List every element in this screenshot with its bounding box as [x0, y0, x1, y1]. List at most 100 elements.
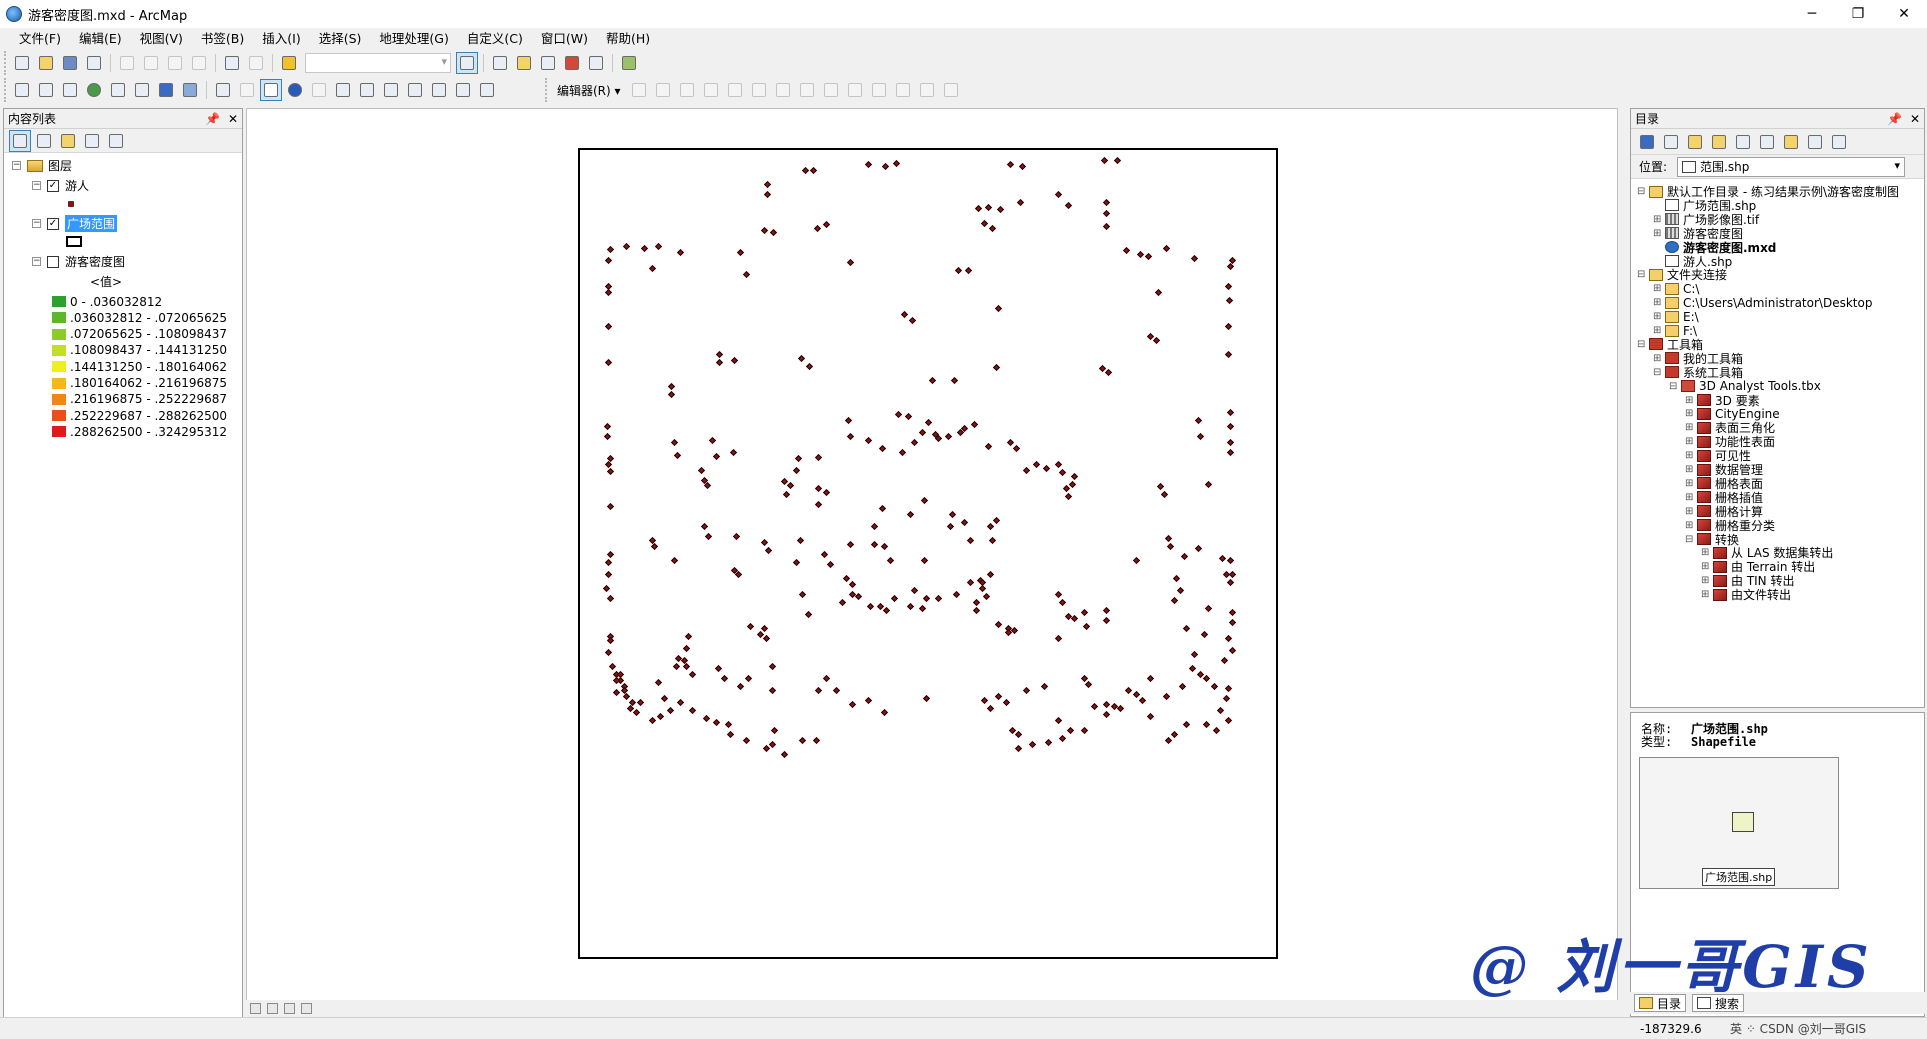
- collapse-icon[interactable]: −: [32, 181, 41, 190]
- fixed-zoom-out-icon[interactable]: [131, 79, 153, 101]
- toc-close-icon[interactable]: ✕: [228, 112, 238, 126]
- end-point-arc-icon[interactable]: [700, 79, 722, 101]
- table-of-contents-icon[interactable]: [489, 52, 511, 74]
- menu-edit[interactable]: 编辑(E): [70, 28, 131, 50]
- menu-help[interactable]: 帮助(H): [597, 28, 659, 50]
- legend-class[interactable]: .288262500 - .324295312: [52, 423, 227, 440]
- layer-visibility-checkbox[interactable]: ✓: [47, 179, 59, 192]
- expand-icon[interactable]: ⊞: [1685, 408, 1697, 419]
- copy-icon[interactable]: [140, 52, 162, 74]
- redo-icon[interactable]: [245, 52, 267, 74]
- layout-view-icon[interactable]: [267, 1002, 278, 1014]
- add-data-icon[interactable]: [278, 52, 300, 74]
- views-icon[interactable]: [1756, 131, 1778, 153]
- python-window-icon[interactable]: [585, 52, 607, 74]
- expand-icon[interactable]: ⊞: [1653, 214, 1665, 225]
- legend-class[interactable]: .036032812 - .072065625: [52, 309, 227, 326]
- legend-class[interactable]: .216196875 - .252229687: [52, 391, 227, 408]
- measure-icon[interactable]: [356, 79, 378, 101]
- back-arrow-icon[interactable]: [1636, 131, 1658, 153]
- expand-icon[interactable]: ⊞: [1685, 464, 1697, 475]
- editor-menu[interactable]: 编辑器(R) ▾: [551, 82, 627, 99]
- menu-bookmarks[interactable]: 书签(B): [192, 28, 253, 50]
- legend-class[interactable]: .144131250 - .180164062: [52, 358, 227, 375]
- expand-icon[interactable]: ⊞: [1701, 547, 1713, 558]
- sketch-properties-icon[interactable]: [916, 79, 938, 101]
- auto-hide-pin-icon[interactable]: 📌: [205, 112, 220, 126]
- menu-geoprocessing[interactable]: 地理处理(G): [370, 28, 457, 50]
- split-tool-icon[interactable]: [844, 79, 866, 101]
- full-extent-globe-icon[interactable]: [83, 79, 105, 101]
- paste-icon[interactable]: [164, 52, 186, 74]
- reshape-icon[interactable]: [796, 79, 818, 101]
- create-viewer-window-icon[interactable]: [476, 79, 498, 101]
- collapse-icon[interactable]: ⊟: [1637, 339, 1649, 350]
- trace-icon[interactable]: [724, 79, 746, 101]
- edit-tool-icon[interactable]: [628, 79, 650, 101]
- fixed-zoom-in-icon[interactable]: [107, 79, 129, 101]
- expand-icon[interactable]: ⊞: [1701, 561, 1713, 572]
- menu-file[interactable]: 文件(F): [10, 28, 70, 50]
- up-one-level-icon[interactable]: [1684, 131, 1706, 153]
- menu-selection[interactable]: 选择(S): [310, 28, 371, 50]
- straight-segment-icon[interactable]: [676, 79, 698, 101]
- layer-density-raster[interactable]: − 游客密度图: [32, 253, 125, 270]
- map-extent-frame[interactable]: [578, 148, 1278, 959]
- cut-polygons-icon[interactable]: [820, 79, 842, 101]
- layer-youren[interactable]: − ✓ 游人: [32, 177, 89, 194]
- collapse-icon[interactable]: −: [12, 161, 21, 170]
- refresh-icon[interactable]: [284, 1002, 295, 1014]
- collapse-icon[interactable]: ⊟: [1637, 269, 1649, 280]
- minimize-button[interactable]: ─: [1789, 0, 1835, 28]
- expand-icon[interactable]: ⊞: [1653, 228, 1665, 239]
- expand-icon[interactable]: ⊞: [1653, 311, 1665, 322]
- collapse-icon[interactable]: −: [32, 219, 41, 228]
- create-features-icon[interactable]: [940, 79, 962, 101]
- delete-icon[interactable]: [188, 52, 210, 74]
- expand-icon[interactable]: ⊞: [1685, 436, 1697, 447]
- expand-icon[interactable]: ⊞: [1685, 422, 1697, 433]
- legend-class[interactable]: .072065625 - .108098437: [52, 326, 227, 343]
- home-folder-icon[interactable]: [1708, 131, 1730, 153]
- connect-folder-icon[interactable]: [1780, 131, 1802, 153]
- zoom-in-icon[interactable]: [11, 79, 33, 101]
- list-by-drawing-order-icon[interactable]: [9, 129, 31, 152]
- expand-icon[interactable]: ⊞: [1685, 520, 1697, 531]
- expand-icon[interactable]: ⊞: [1685, 450, 1697, 461]
- new-document-icon[interactable]: [11, 52, 33, 74]
- open-folder-icon[interactable]: [35, 52, 57, 74]
- toc-options-icon[interactable]: [105, 130, 127, 152]
- expand-icon[interactable]: ⊞: [1701, 589, 1713, 600]
- forward-arrow-icon[interactable]: [1660, 131, 1682, 153]
- disconnect-icon[interactable]: [1804, 131, 1826, 153]
- point-symbol[interactable]: [68, 195, 74, 212]
- collapse-icon[interactable]: ⊟: [1653, 367, 1665, 378]
- expand-icon[interactable]: ⊞: [1653, 297, 1665, 308]
- options-icon[interactable]: [1828, 131, 1850, 153]
- select-elements-arrow-icon[interactable]: [260, 79, 282, 101]
- print-icon[interactable]: [83, 52, 105, 74]
- list-by-source-icon[interactable]: [33, 130, 55, 152]
- go-to-xy-icon[interactable]: [428, 79, 450, 101]
- menu-insert[interactable]: 插入(I): [253, 28, 309, 50]
- tab-search[interactable]: 搜索: [1692, 994, 1745, 1012]
- back-extent-icon[interactable]: [155, 79, 177, 101]
- list-by-visibility-icon[interactable]: [57, 130, 79, 152]
- tab-catalog[interactable]: 目录: [1634, 994, 1687, 1012]
- expand-icon[interactable]: ⊞: [1685, 506, 1697, 517]
- undo-icon[interactable]: [221, 52, 243, 74]
- select-features-icon[interactable]: [212, 79, 234, 101]
- location-dropdown[interactable]: 范围.shp: [1677, 156, 1906, 177]
- time-slider-icon[interactable]: [452, 79, 474, 101]
- maximize-button[interactable]: ❐: [1835, 0, 1881, 28]
- layer-guangchang-fanwei[interactable]: − ✓ 广场范围: [32, 215, 118, 232]
- polygon-symbol[interactable]: [66, 233, 82, 250]
- html-popup-icon[interactable]: [332, 79, 354, 101]
- close-button[interactable]: ✕: [1881, 0, 1927, 28]
- search-window-icon[interactable]: [537, 52, 559, 74]
- collapse-icon[interactable]: ⊟: [1637, 186, 1649, 197]
- hyperlink-icon[interactable]: [308, 79, 330, 101]
- legend-class[interactable]: .252229687 - .288262500: [52, 407, 227, 424]
- modelbuilder-icon[interactable]: [618, 52, 640, 74]
- point-tool-icon[interactable]: [748, 79, 770, 101]
